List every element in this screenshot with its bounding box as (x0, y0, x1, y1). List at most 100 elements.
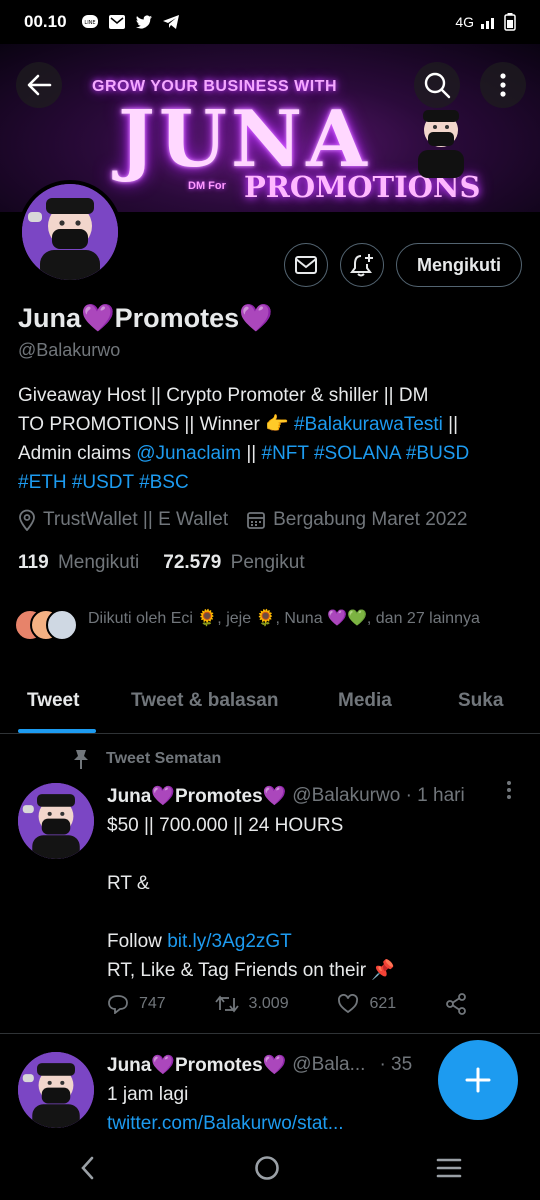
nav-home-button[interactable] (253, 1154, 281, 1187)
followers-count: 72.579 (163, 552, 222, 573)
follower-avatar (46, 609, 78, 641)
pinned-label: Tweet Sematan (72, 748, 221, 770)
tweet-author-name[interactable]: Juna💜Promotes💜 (107, 784, 286, 808)
back-button[interactable] (16, 62, 62, 108)
retweet-count: 3.009 (248, 995, 289, 1012)
tab-media[interactable]: Media (338, 690, 392, 712)
home-circle-icon (255, 1155, 279, 1180)
tweet-link[interactable]: bit.ly/3Ag2zGT (167, 931, 292, 952)
signal-icon (481, 18, 494, 29)
followed-by-text: Diikuti oleh Eci 🌻, jeje 🌻, Nuna 💜💚, dan… (88, 610, 480, 627)
tweet-author-name[interactable]: Juna💜Promotes💜 (107, 1053, 286, 1077)
following-button[interactable]: Mengikuti (396, 243, 522, 287)
bio-line: Admin claims (18, 443, 137, 464)
tab-tweets-replies[interactable]: Tweet & balasan (131, 690, 278, 712)
tab-tweet[interactable]: Tweet (27, 690, 79, 712)
mention-link[interactable]: @Junaclaim (136, 443, 241, 464)
heart-icon (338, 994, 359, 1014)
avatar-image (18, 1052, 94, 1128)
hashtag-link[interactable]: #ETH #USDT #BSC (18, 472, 189, 493)
followers-stat[interactable]: 72.579 Pengikut (163, 552, 304, 574)
reply-icon (108, 995, 128, 1014)
svg-text:LINE: LINE (84, 20, 95, 26)
kebab-menu-icon (507, 781, 511, 799)
profile-tabs: Tweet Tweet & balasan Media Suka (0, 678, 540, 734)
menu-lines-icon (437, 1158, 462, 1177)
tweet-actions: 747 3.009 621 (107, 993, 467, 1015)
share-icon (446, 993, 466, 1015)
followed-by-avatars (14, 607, 78, 643)
like-button[interactable]: 621 (337, 993, 396, 1015)
tweet-line: Follow (107, 931, 168, 952)
tweet-line: $50 || 700.000 || 24 HOURS (107, 815, 344, 836)
active-tab-indicator (18, 729, 96, 733)
pinned-text: Tweet Sematan (106, 750, 222, 767)
like-count: 621 (369, 995, 397, 1012)
bio-line: Giveaway Host || Crypto Promoter & shill… (18, 385, 429, 406)
profile-joined: Bergabung Maret 2022 (273, 509, 468, 530)
following-count: 119 (18, 552, 49, 573)
following-label: Mengikuti (57, 552, 140, 573)
followed-by[interactable]: Diikuti oleh Eci 🌻, jeje 🌻, Nuna 💜💚, dan… (14, 607, 508, 643)
profile-location: TrustWallet || E Wallet (43, 509, 229, 530)
status-time: 00.10 (24, 12, 67, 31)
nav-back-button[interactable] (78, 1155, 98, 1186)
bio-line: || (241, 443, 262, 464)
tweet-avatar[interactable] (18, 1052, 94, 1128)
hashtag-link[interactable]: #BalakurawaTesti (294, 414, 443, 435)
line-icon: LINE (81, 15, 98, 28)
avatar-image (22, 184, 118, 280)
tweet-line: RT & (107, 873, 150, 894)
compose-tweet-button[interactable] (438, 1040, 518, 1120)
kebab-menu-icon (500, 73, 506, 97)
tweet-line: RT, Like & Tag Friends on their 📌 (107, 960, 396, 981)
retweet-button[interactable]: 3.009 (214, 993, 289, 1015)
system-nav-bar (0, 1140, 540, 1200)
reply-count: 747 (139, 995, 166, 1012)
pin-icon (74, 750, 88, 769)
avatar-image (18, 783, 94, 859)
banner-dm-for: DM For (188, 180, 226, 192)
tab-likes[interactable]: Suka (458, 690, 503, 712)
status-bar: 00.10 LINE 4G (0, 0, 540, 44)
chevron-left-icon (80, 1156, 93, 1179)
profile-actions: Mengikuti (284, 243, 522, 287)
location-pin-icon (19, 509, 35, 531)
profile-avatar[interactable] (18, 180, 122, 284)
followers-label: Pengikut (230, 552, 305, 573)
tweet-handle-time: @Balakurwo · 1 hari (292, 785, 465, 806)
network-label: 4G (455, 14, 474, 30)
message-button[interactable] (284, 243, 328, 287)
following-stat[interactable]: 119 Mengikuti (18, 552, 139, 574)
envelope-icon (295, 256, 317, 274)
bio-line: TO PROMOTIONS || Winner 👉 (18, 414, 294, 435)
hashtag-link[interactable]: #NFT #SOLANA #BUSD (262, 443, 470, 464)
profile-name: Juna💜Promotes💜 (18, 303, 273, 333)
profile-meta: TrustWallet || E Wallet Bergabung Maret … (18, 509, 468, 531)
profile-handle: @Balakurwo (18, 340, 121, 360)
profile-stats: 119 Mengikuti 72.579 Pengikut (18, 552, 305, 574)
twitter-icon (135, 15, 152, 29)
search-button[interactable] (414, 62, 460, 108)
bell-plus-icon (350, 254, 373, 277)
back-arrow-icon (27, 74, 52, 96)
tweet-header: Juna💜Promotes💜 @Balakurwo · 1 hari (107, 784, 465, 808)
tweet-time: · 35 (379, 1054, 413, 1075)
retweet-icon (214, 995, 239, 1013)
profile-bio: Giveaway Host || Crypto Promoter & shill… (18, 381, 528, 497)
reply-button[interactable]: 747 (107, 993, 166, 1015)
mail-icon (108, 15, 125, 29)
tweet-more-button[interactable] (506, 780, 512, 805)
tweet-header: Juna💜Promotes💜 @Bala... · 35 (107, 1053, 412, 1077)
banner-character-image (418, 110, 464, 178)
nav-recents-button[interactable] (436, 1157, 462, 1184)
notify-button[interactable] (340, 243, 384, 287)
share-button[interactable] (445, 993, 467, 1015)
more-options-button[interactable] (480, 62, 526, 108)
tweet-avatar[interactable] (18, 783, 94, 859)
telegram-icon (162, 15, 179, 29)
plus-icon (465, 1067, 491, 1093)
tweet-divider (0, 1033, 540, 1034)
tweet-handle: @Bala... (292, 1054, 366, 1075)
tweet-body: $50 || 700.000 || 24 HOURS RT & Follow b… (107, 811, 517, 985)
